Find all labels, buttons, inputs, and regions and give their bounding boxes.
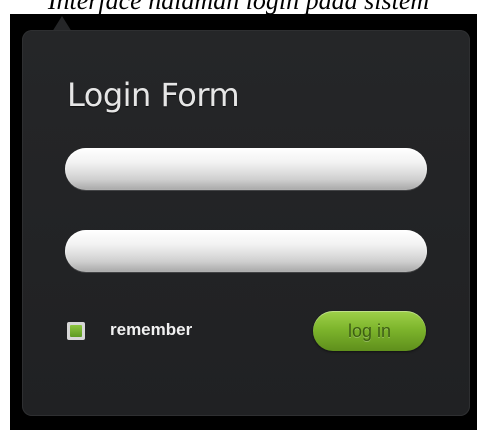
login-button[interactable]: log in — [313, 311, 426, 351]
username-input[interactable] — [65, 148, 427, 190]
page: Interface halaman login pada sistem Logi… — [0, 0, 477, 430]
checkbox-check-icon — [70, 325, 82, 337]
remember-label[interactable]: remember — [110, 320, 192, 340]
remember-checkbox[interactable] — [67, 322, 85, 340]
password-input[interactable] — [65, 230, 427, 272]
login-panel: Login Form remember log in — [22, 30, 470, 416]
form-title: Login Form — [67, 76, 240, 114]
